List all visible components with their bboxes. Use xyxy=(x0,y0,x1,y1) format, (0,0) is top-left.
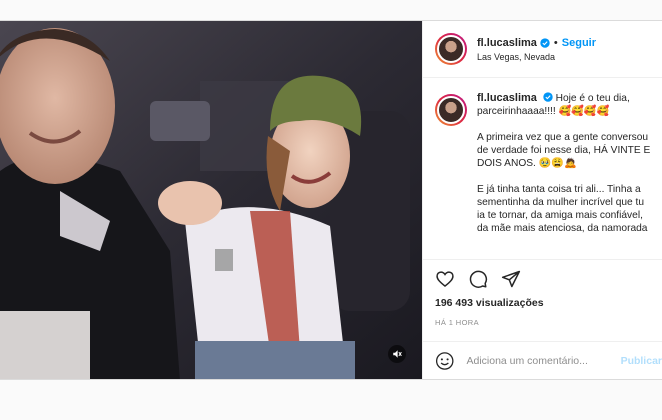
video-player[interactable] xyxy=(0,21,422,379)
comment-form: Publicar xyxy=(423,341,662,379)
heart-icon[interactable] xyxy=(435,269,455,289)
caption-line: parceirinhaaaa!!!! 🥰🥰🥰🥰 xyxy=(477,106,610,117)
page-top-strip xyxy=(0,0,662,20)
verified-badge-icon xyxy=(540,37,550,48)
caption-line: Hoje é o teu dia, xyxy=(555,93,630,104)
caption-author-username[interactable]: fl.lucaslima xyxy=(477,92,537,104)
speaker-muted-icon xyxy=(393,350,402,358)
post-sidebar: fl.lucaslima • Seguir Las Vegas, Nevada … xyxy=(422,21,662,379)
view-count[interactable]: 196 493 visualizações xyxy=(423,297,662,309)
post-location[interactable]: Las Vegas, Nevada xyxy=(477,52,596,62)
paper-plane-icon[interactable] xyxy=(501,269,521,289)
post-timestamp[interactable]: HÁ 1 HORA xyxy=(423,318,662,327)
author-username[interactable]: fl.lucaslima xyxy=(477,37,537,49)
caption-line: sementinha da mulher incrível que tu xyxy=(477,197,645,208)
author-avatar[interactable] xyxy=(435,33,467,65)
caption-line: E já tinha tanta coisa tri ali... Tinha … xyxy=(477,184,641,195)
caption-section: fl.lucaslima Hoje é o teu dia, parceirin… xyxy=(423,78,662,259)
follow-button[interactable]: Seguir xyxy=(562,37,596,49)
comment-bubble-icon[interactable] xyxy=(468,269,488,289)
post-container: fl.lucaslima • Seguir Las Vegas, Nevada … xyxy=(0,20,662,380)
verified-badge-icon xyxy=(543,92,553,102)
caption-text: fl.lucaslima Hoje é o teu dia, parceirin… xyxy=(477,92,662,235)
caption-line: da mãe mais atenciosa, da namorada xyxy=(477,223,648,234)
caption-line: de verdade foi nesse dia, HÁ VINTE E xyxy=(477,145,651,156)
smiley-icon[interactable] xyxy=(435,351,454,371)
comment-input[interactable] xyxy=(466,354,613,367)
caption-author-avatar[interactable] xyxy=(435,94,467,126)
caption-line: ia te tornar, da amiga mais confiável, xyxy=(477,210,643,221)
separator-dot: • xyxy=(553,36,558,49)
caption-line: DOIS ANOS. 🥹😩🙇 xyxy=(477,158,577,169)
page-bottom-strip xyxy=(0,380,662,420)
publish-button[interactable]: Publicar xyxy=(621,355,662,367)
post-header: fl.lucaslima • Seguir Las Vegas, Nevada xyxy=(423,21,662,78)
video-frame xyxy=(0,21,422,379)
caption-line: A primeira vez que a gente conversou xyxy=(477,132,649,143)
action-bar xyxy=(423,259,662,297)
mute-button[interactable] xyxy=(388,345,406,363)
